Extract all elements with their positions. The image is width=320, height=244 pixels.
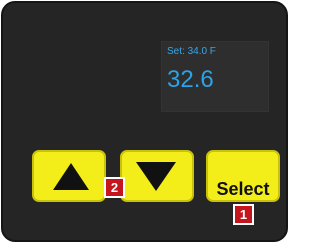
down-button[interactable] (120, 150, 194, 202)
callout-badge-2: 2 (104, 177, 125, 198)
lcd-display: Set: 34.0 F 32.6 (161, 41, 269, 112)
triangle-down-icon (136, 162, 176, 191)
select-button[interactable]: Select (206, 150, 280, 202)
triangle-up-icon (53, 163, 89, 190)
up-button[interactable] (32, 150, 106, 202)
callout-badge-1: 1 (233, 204, 254, 225)
temperature-readout: 32.6 (167, 66, 214, 93)
setpoint-readout: Set: 34.0 F (167, 46, 216, 57)
select-button-label: Select (216, 179, 270, 199)
